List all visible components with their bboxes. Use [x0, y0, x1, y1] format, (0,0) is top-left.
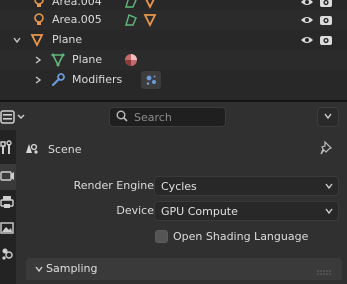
modifier-particles-icon[interactable]: [141, 71, 161, 89]
wrench-icon: [51, 73, 65, 87]
camera-icon[interactable]: [319, 13, 333, 27]
osl-checkbox-row[interactable]: Open Shading Language: [155, 228, 308, 244]
object-data-icon: [143, 13, 157, 27]
eye-icon[interactable]: [300, 33, 314, 47]
chevron-down-icon: [323, 111, 333, 124]
image-icon: [0, 221, 14, 238]
render-icon: [0, 169, 14, 186]
outliner-row-plane-object[interactable]: Plane: [0, 30, 347, 50]
eye-icon[interactable]: [300, 13, 314, 27]
editor-type-button[interactable]: [0, 108, 30, 126]
tab-view-layer[interactable]: [0, 216, 16, 242]
material-icon: [124, 53, 138, 67]
render-engine-label: Render Engine: [73, 179, 154, 192]
outliner-label: Area.005: [52, 13, 102, 26]
scene-icon: [24, 140, 40, 159]
tool-icon: [0, 139, 14, 159]
sampling-panel-header[interactable]: Sampling: [26, 258, 342, 280]
chevron-down-icon: [324, 206, 334, 216]
outliner-label: Area.004: [52, 0, 102, 8]
drag-handle-icon[interactable]: [317, 266, 331, 275]
sampling-panel-title: Sampling: [46, 262, 98, 275]
outliner-label: Modifiers: [72, 73, 123, 86]
printer-icon: [0, 195, 14, 212]
osl-checkbox[interactable]: [155, 229, 168, 243]
pin-icon[interactable]: [320, 140, 334, 156]
object-data-icon: [143, 0, 157, 9]
context-label: Scene: [48, 142, 82, 156]
chevron-down-icon: [324, 181, 334, 191]
tab-render[interactable]: [0, 164, 16, 190]
options-dropdown-button[interactable]: [317, 107, 339, 127]
properties-tabs: [0, 130, 16, 284]
chevron-down-icon: [34, 264, 44, 274]
render-engine-select[interactable]: Cycles: [154, 176, 339, 196]
light-data-icon: [124, 0, 138, 9]
light-icon: [32, 0, 46, 9]
outliner-row-area-005[interactable]: Area.005: [0, 10, 347, 30]
search-field[interactable]: Search: [109, 107, 226, 127]
search-icon: [116, 110, 128, 125]
properties-header: Search: [0, 102, 347, 130]
device-select[interactable]: GPU Compute: [154, 201, 339, 221]
outliner-label: Plane: [52, 33, 83, 46]
render-engine-row: Render Engine Cycles: [16, 176, 347, 196]
eye-icon[interactable]: [300, 0, 314, 9]
device-label: Device: [116, 204, 154, 217]
search-placeholder: Search: [134, 110, 172, 124]
context-path: Scene: [24, 140, 82, 158]
osl-label: Open Shading Language: [173, 229, 309, 243]
chevron-right-icon[interactable]: [33, 75, 43, 85]
scene-icon: [0, 246, 14, 265]
device-value: GPU Compute: [161, 205, 238, 218]
properties-editor: Search Scene Render Engine Cycles Device…: [0, 102, 347, 284]
light-data-icon: [124, 13, 138, 27]
mesh-data-icon: [51, 53, 65, 67]
chevron-down-icon[interactable]: [12, 35, 22, 45]
tab-output[interactable]: [0, 190, 16, 216]
tab-scene[interactable]: [0, 242, 16, 268]
light-icon: [32, 13, 46, 27]
chevron-right-icon[interactable]: [33, 55, 43, 65]
outliner-row-plane-mesh[interactable]: Plane: [0, 50, 347, 70]
camera-icon[interactable]: [319, 33, 333, 47]
outliner: Area.004 Area.005 Plane Plane Modifiers: [0, 0, 347, 100]
mesh-object-icon: [30, 33, 44, 47]
outliner-row-modifiers[interactable]: Modifiers: [0, 70, 347, 90]
device-row: Device GPU Compute: [16, 201, 347, 221]
tab-tool[interactable]: [0, 136, 16, 162]
outliner-label: Plane: [72, 53, 103, 66]
camera-icon[interactable]: [319, 0, 333, 9]
render-engine-value: Cycles: [161, 180, 197, 193]
